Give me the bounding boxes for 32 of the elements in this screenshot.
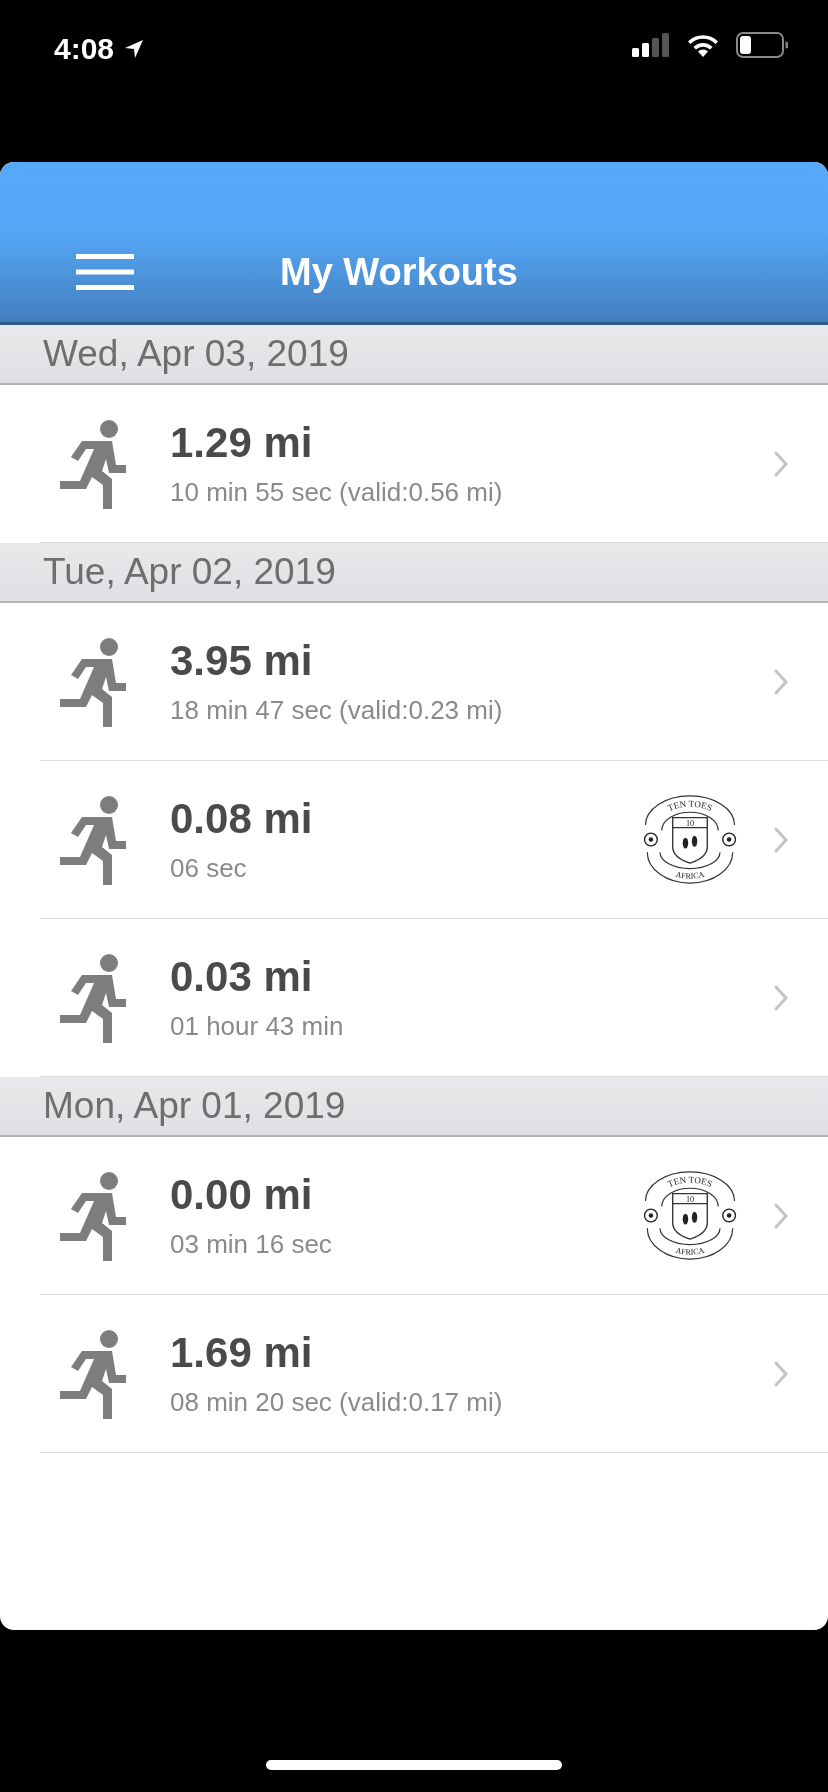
workout-row[interactable]: 1.69 mi 08 min 20 sec (valid:0.17 mi) (40, 1295, 828, 1453)
chevron-right-icon (774, 450, 788, 477)
chevron-right-icon (774, 1360, 788, 1387)
date-label: Wed, Apr 03, 2019 (43, 333, 349, 375)
workout-duration: 08 min 20 sec (valid:0.17 mi) (170, 1387, 504, 1418)
location-arrow-icon (124, 39, 145, 59)
workout-distance: 1.69 mi (170, 1329, 314, 1377)
signal-icon (632, 33, 670, 57)
workout-row[interactable]: 3.95 mi 18 min 47 sec (valid:0.23 mi) (40, 603, 828, 761)
workout-duration: 18 min 47 sec (valid:0.23 mi) (170, 695, 504, 726)
date-label: Tue, Apr 02, 2019 (43, 551, 336, 593)
workout-distance: 0.00 mi (170, 1171, 314, 1219)
workout-duration: 10 min 55 sec (valid:0.56 mi) (170, 477, 504, 508)
workout-distance: 1.29 mi (170, 419, 314, 467)
workout-duration: 03 min 16 sec (170, 1229, 333, 1260)
workout-row[interactable]: 0.08 mi 06 sec 10 TEN TOES AFRICA (40, 761, 828, 919)
workout-duration: 01 hour 43 min (170, 1011, 345, 1042)
workout-distance: 0.03 mi (170, 953, 314, 1001)
workout-distance: 3.95 mi (170, 637, 314, 685)
battery-icon (736, 32, 788, 58)
status-time: 4:08 (54, 32, 115, 66)
menu-icon[interactable] (76, 254, 134, 290)
date-label: Mon, Apr 01, 2019 (43, 1085, 346, 1127)
chevron-right-icon (774, 1202, 788, 1229)
chevron-right-icon (774, 826, 788, 853)
chevron-right-icon (774, 984, 788, 1011)
workout-distance: 0.08 mi (170, 795, 314, 843)
page-title: My Workouts (280, 250, 518, 294)
workout-row[interactable]: 0.00 mi 03 min 16 sec 10 TEN TOES AFRICA (40, 1137, 828, 1295)
wifi-icon (686, 33, 720, 57)
workout-duration: 06 sec (170, 853, 248, 884)
chevron-right-icon (774, 668, 788, 695)
